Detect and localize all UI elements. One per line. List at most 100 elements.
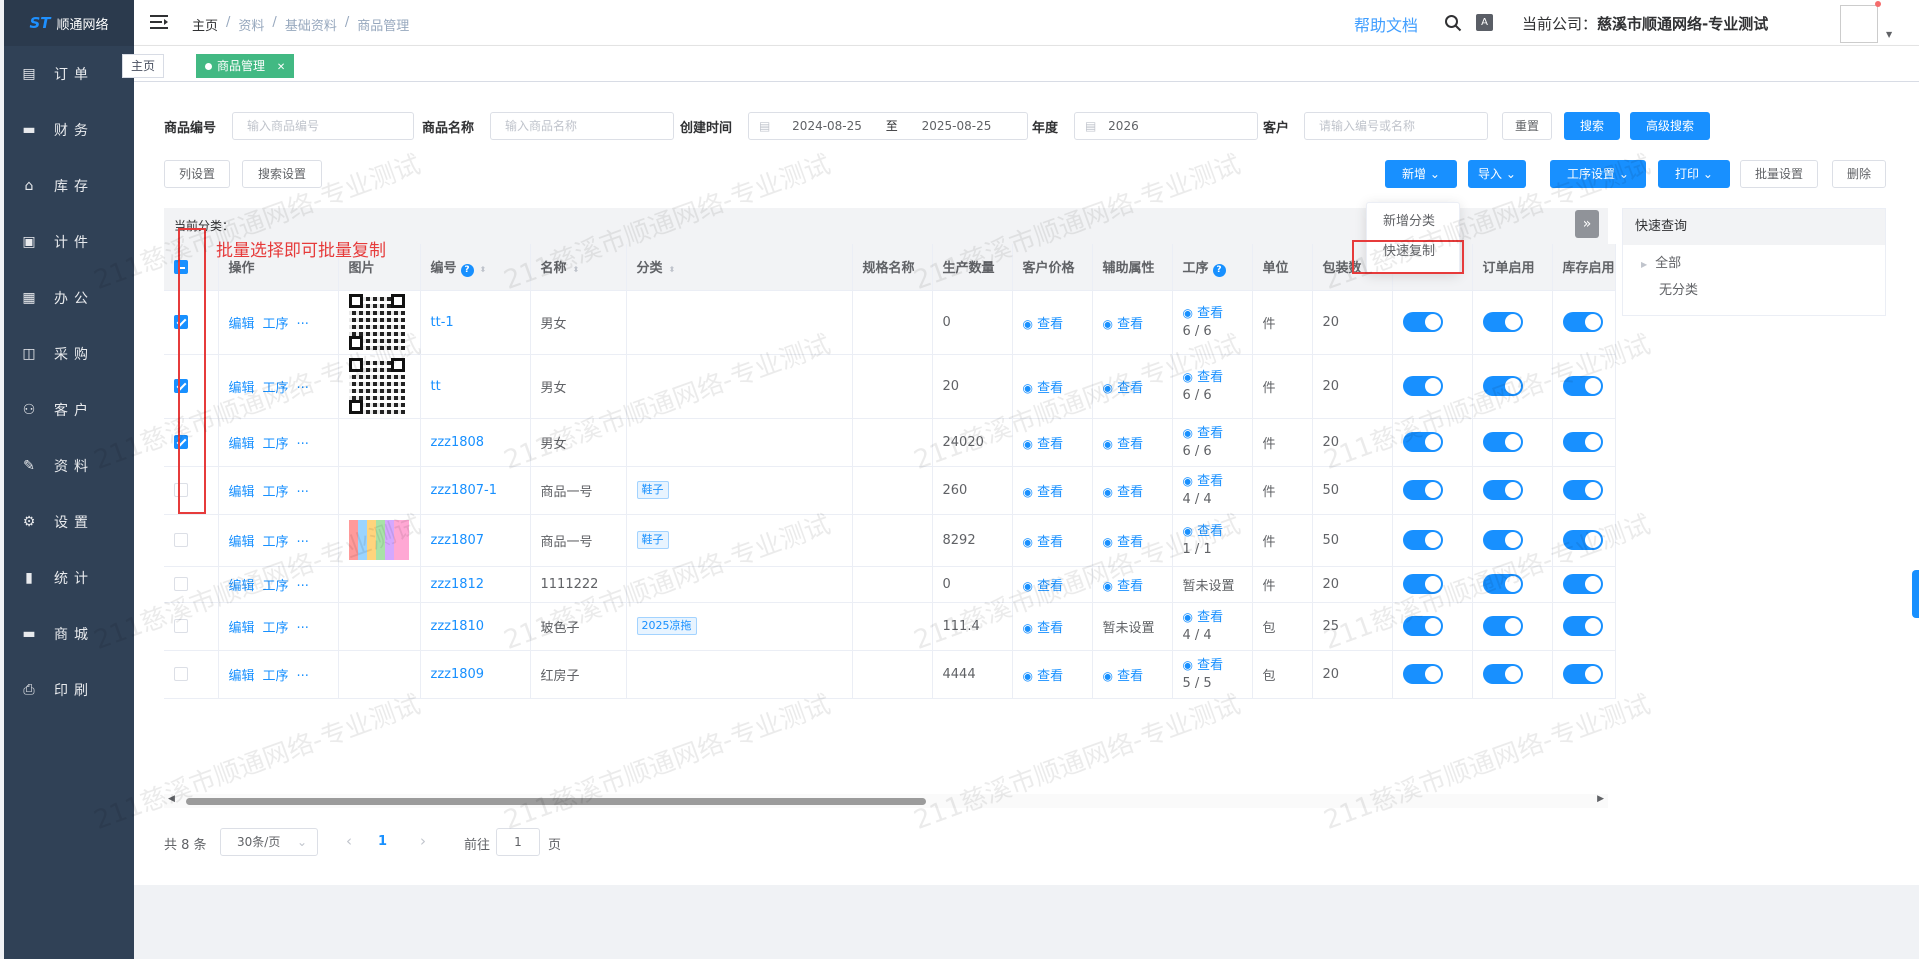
order-enable-toggle[interactable] xyxy=(1482,664,1523,684)
delete-button[interactable]: 删除 xyxy=(1832,160,1886,188)
batch-settings-button[interactable]: 批量设置 xyxy=(1740,160,1818,188)
product-code-link[interactable]: zzz1807 xyxy=(431,533,485,548)
view-price-link[interactable]: 查看 xyxy=(1037,535,1063,550)
sidebar-item[interactable]: ▣ 计件 xyxy=(4,214,134,270)
product-code-link[interactable]: zzz1808 xyxy=(431,435,485,450)
more-icon[interactable]: ··· xyxy=(297,381,309,396)
row-checkbox[interactable] xyxy=(174,577,188,591)
order-enable-toggle[interactable] xyxy=(1482,376,1523,396)
sidebar-item[interactable]: ▬ 商城 xyxy=(4,606,134,662)
product-code-link[interactable]: zzz1809 xyxy=(431,667,485,682)
process-link[interactable]: 工序 xyxy=(263,621,289,636)
search-icon[interactable] xyxy=(1444,14,1462,32)
more-icon[interactable]: ··· xyxy=(297,317,309,332)
enable-toggle[interactable] xyxy=(1402,574,1443,594)
stock-enable-toggle[interactable] xyxy=(1562,616,1603,636)
sidebar-item[interactable]: ✎ 资料 xyxy=(4,438,134,494)
stock-enable-toggle[interactable] xyxy=(1562,664,1603,684)
process-link[interactable]: 工序 xyxy=(263,381,289,396)
view-price-link[interactable]: 查看 xyxy=(1037,485,1063,500)
column-header[interactable]: 名称 ⬍ xyxy=(530,244,627,291)
order-enable-toggle[interactable] xyxy=(1482,432,1523,452)
quick-item-all[interactable]: ▶ 全部 xyxy=(1641,251,1885,278)
side-drawer-handle[interactable] xyxy=(1912,570,1919,618)
view-process-link[interactable]: 查看 xyxy=(1197,370,1223,385)
process-settings-button[interactable]: 工序设置 ⌄ xyxy=(1550,160,1646,188)
stock-enable-toggle[interactable] xyxy=(1562,530,1603,550)
enable-toggle[interactable] xyxy=(1402,312,1443,332)
process-link[interactable]: 工序 xyxy=(263,535,289,550)
product-code-link[interactable]: tt-1 xyxy=(431,315,454,330)
date-from[interactable]: 2024-08-25 xyxy=(792,119,862,133)
row-checkbox[interactable] xyxy=(174,619,188,633)
caret-right-icon[interactable]: ▶ xyxy=(1641,260,1647,269)
view-aux-link[interactable]: 查看 xyxy=(1117,381,1143,396)
view-price-link[interactable]: 查看 xyxy=(1037,437,1063,452)
prev-page-icon[interactable]: ‹ xyxy=(346,832,352,850)
more-icon[interactable]: ··· xyxy=(297,485,309,500)
year-picker[interactable]: ▤ 2026 xyxy=(1074,112,1258,140)
sort-icon[interactable]: ⬍ xyxy=(573,265,580,274)
stock-enable-toggle[interactable] xyxy=(1562,312,1603,332)
sort-icon[interactable]: ⬍ xyxy=(669,265,676,274)
edit-link[interactable]: 编辑 xyxy=(229,317,255,332)
customer-input[interactable]: 请输入编号或名称 xyxy=(1304,112,1488,140)
page-number[interactable]: 1 xyxy=(378,834,387,849)
sort-icon[interactable]: ⬍ xyxy=(480,265,487,274)
more-icon[interactable]: ··· xyxy=(297,535,309,550)
process-link[interactable]: 工序 xyxy=(263,669,289,684)
collapse-panel-icon[interactable]: » xyxy=(1575,210,1599,238)
order-enable-toggle[interactable] xyxy=(1482,530,1523,550)
order-enable-toggle[interactable] xyxy=(1482,480,1523,500)
horizontal-scrollbar[interactable]: ◀ ▶ xyxy=(164,794,1608,808)
edit-link[interactable]: 编辑 xyxy=(229,485,255,500)
reset-button[interactable]: 重置 xyxy=(1502,112,1552,140)
product-code-link[interactable]: zzz1810 xyxy=(431,619,485,634)
menu-item-add-category[interactable]: 新增分类 xyxy=(1367,207,1459,237)
stock-enable-toggle[interactable] xyxy=(1562,480,1603,500)
product-code-link[interactable]: tt xyxy=(431,379,441,394)
print-dropdown-button[interactable]: 打印 ⌄ xyxy=(1658,160,1730,188)
avatar[interactable] xyxy=(1840,5,1878,43)
view-aux-link[interactable]: 查看 xyxy=(1117,579,1143,594)
sidebar-item[interactable]: ▬ 财务 xyxy=(4,102,134,158)
order-enable-toggle[interactable] xyxy=(1482,616,1523,636)
search-settings-button[interactable]: 搜索设置 xyxy=(242,160,322,188)
sidebar-item[interactable]: ▦ 办公 xyxy=(4,270,134,326)
sidebar-item[interactable]: ⌂ 库存 xyxy=(4,158,134,214)
enable-toggle[interactable] xyxy=(1402,664,1443,684)
view-process-link[interactable]: 查看 xyxy=(1197,658,1223,673)
edit-link[interactable]: 编辑 xyxy=(229,437,255,452)
hamburger-icon[interactable] xyxy=(150,14,168,30)
column-header[interactable]: 分类 ⬍ xyxy=(626,244,853,291)
edit-link[interactable]: 编辑 xyxy=(229,381,255,396)
column-header[interactable]: 编号? ⬍ xyxy=(420,244,531,291)
row-checkbox[interactable] xyxy=(174,533,188,547)
edit-link[interactable]: 编辑 xyxy=(229,579,255,594)
view-process-link[interactable]: 查看 xyxy=(1197,474,1223,489)
enable-toggle[interactable] xyxy=(1402,530,1443,550)
next-page-icon[interactable]: › xyxy=(420,832,426,850)
page-size-select[interactable]: 30条/页 ⌄ xyxy=(220,828,318,856)
process-link[interactable]: 工序 xyxy=(263,579,289,594)
view-price-link[interactable]: 查看 xyxy=(1037,669,1063,684)
view-process-link[interactable]: 查看 xyxy=(1197,610,1223,625)
name-input[interactable]: 输入商品名称 xyxy=(490,112,674,140)
font-size-icon[interactable]: A xyxy=(1476,14,1493,31)
edit-link[interactable]: 编辑 xyxy=(229,535,255,550)
breadcrumb-home[interactable]: 主页 xyxy=(192,15,218,34)
order-enable-toggle[interactable] xyxy=(1482,312,1523,332)
scroll-thumb[interactable] xyxy=(186,798,926,805)
view-aux-link[interactable]: 查看 xyxy=(1117,535,1143,550)
import-dropdown-button[interactable]: 导入 ⌄ xyxy=(1468,160,1526,188)
order-enable-toggle[interactable] xyxy=(1482,574,1523,594)
edit-link[interactable]: 编辑 xyxy=(229,621,255,636)
code-input[interactable]: 输入商品编号 xyxy=(232,112,414,140)
edit-link[interactable]: 编辑 xyxy=(229,669,255,684)
quick-item-uncategorized[interactable]: 无分类 xyxy=(1641,278,1885,304)
more-icon[interactable]: ··· xyxy=(297,437,309,452)
process-link[interactable]: 工序 xyxy=(263,317,289,332)
sidebar-item[interactable]: ▤ 订单 xyxy=(4,46,134,102)
enable-toggle[interactable] xyxy=(1402,432,1443,452)
view-process-link[interactable]: 查看 xyxy=(1197,306,1223,321)
